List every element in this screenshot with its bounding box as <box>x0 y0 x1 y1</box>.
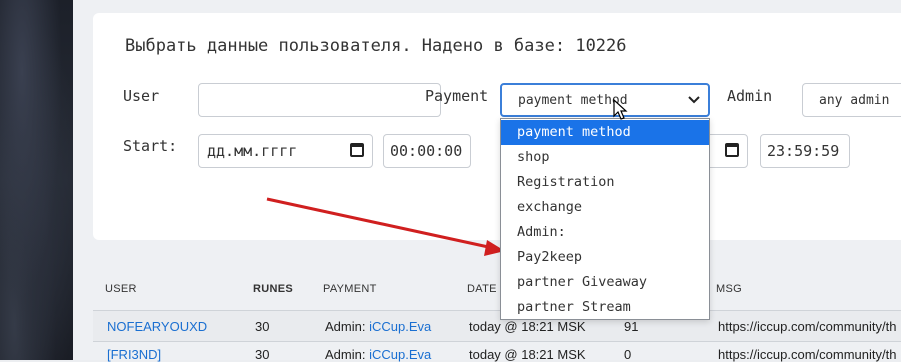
dropdown-option[interactable]: shop <box>501 145 709 170</box>
mouse-cursor-icon <box>613 99 628 120</box>
dropdown-option[interactable]: Pay2keep <box>501 245 709 270</box>
dropdown-option[interactable]: partner Stream <box>501 295 709 320</box>
dropdown-option[interactable]: partner Giveaway <box>501 270 709 295</box>
annotation-arrow <box>266 197 505 256</box>
payment-dropdown-list: payment method shop Registration exchang… <box>500 118 710 320</box>
dropdown-option[interactable]: Admin: <box>501 220 709 245</box>
dropdown-option[interactable]: payment method <box>501 120 709 145</box>
dropdown-option[interactable]: exchange <box>501 195 709 220</box>
dropdown-option[interactable]: Registration <box>501 170 709 195</box>
